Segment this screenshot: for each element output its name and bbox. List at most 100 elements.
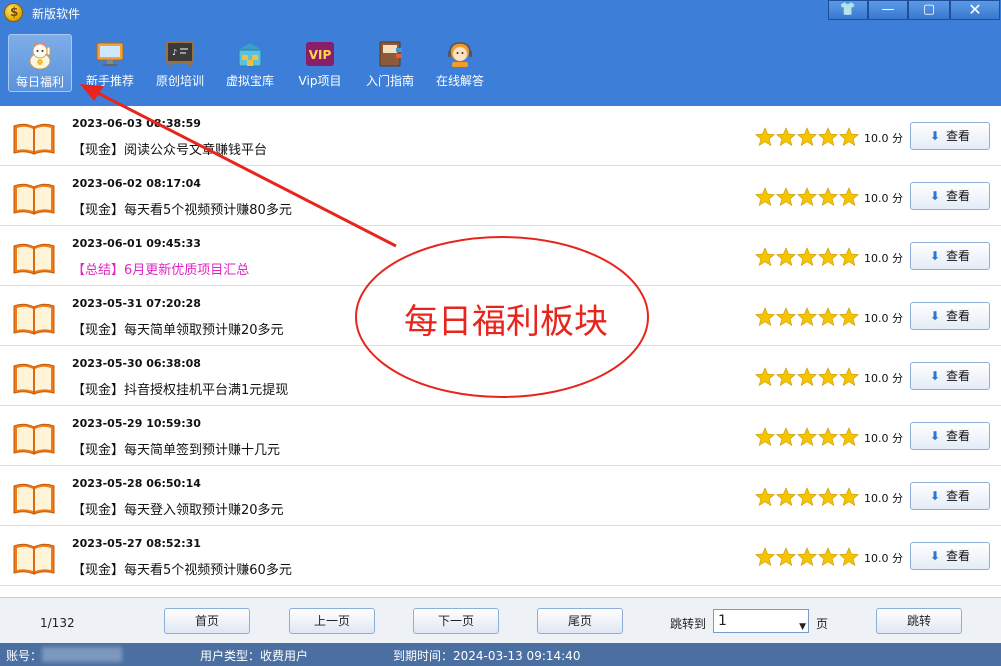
first-page-button[interactable]: 首页 (164, 608, 250, 634)
item-title[interactable]: 【总结】6月更新优质项目汇总 (72, 259, 249, 278)
jump-label: 跳转到 (670, 617, 707, 631)
article-list: 2023-06-03 08:38:59 【现金】阅读公众号文章赚钱平台 10.0 分… (0, 106, 1001, 590)
star-icon (797, 307, 817, 327)
rating-stars (755, 307, 859, 327)
rating-stars (755, 427, 859, 447)
star-icon (839, 187, 859, 207)
star-icon (839, 487, 859, 507)
item-title[interactable]: 【现金】阅读公众号文章赚钱平台 (72, 139, 267, 158)
download-arrow-icon: ⬇ (929, 549, 941, 563)
star-icon (776, 307, 796, 327)
view-button-label: 查看 (946, 189, 971, 203)
toolbar-item-label: 虚拟宝库 (225, 74, 274, 88)
jump-page-value: 1 (718, 613, 727, 629)
star-icon (839, 307, 859, 327)
download-arrow-icon: ⬇ (929, 309, 941, 323)
toolbar-item-online-help[interactable]: 在线解答 (428, 34, 492, 92)
item-title[interactable]: 【现金】每天简单签到预计赚十几元 (72, 439, 280, 458)
main-toolbar: 每日福利 新手推荐 ♪ 原创培训 虚拟宝库 VIP Vip项目 入门指南 在线解… (0, 26, 1001, 106)
jump-page-select[interactable]: 1 ▼ (713, 609, 809, 633)
jump-button[interactable]: 跳转 (876, 608, 962, 634)
toolbar-item-daily-welfare[interactable]: 每日福利 (8, 34, 72, 92)
item-title[interactable]: 【现金】每天看5个视频预计赚60多元 (72, 559, 292, 578)
list-item[interactable]: 2023-06-02 08:17:04 【现金】每天看5个视频预计赚80多元 10.… (0, 166, 1001, 226)
item-title[interactable]: 【现金】每天看5个视频预计赚80多元 (72, 199, 292, 218)
toolbar-item-label: Vip项目 (298, 74, 342, 88)
star-icon (755, 187, 775, 207)
star-icon (839, 427, 859, 447)
maximize-button[interactable]: ▢ (908, 0, 950, 20)
item-date: 2023-06-03 08:38:59 (72, 117, 201, 130)
item-date: 2023-05-27 08:52:31 (72, 537, 201, 550)
download-arrow-icon: ⬇ (929, 429, 941, 443)
list-item[interactable]: 2023-05-27 08:52:31 【现金】每天看5个视频预计赚60多元 10.… (0, 526, 1001, 586)
toolbar-item-label: 每日福利 (15, 75, 64, 89)
item-score: 10.0 分 (864, 372, 903, 385)
view-button[interactable]: ⬇ 查看 (910, 182, 990, 210)
prev-page-button[interactable]: 上一页 (289, 608, 375, 634)
list-item[interactable]: 2023-05-28 06:50:14 【现金】每天登入领取预计赚20多元 10.0… (0, 466, 1001, 526)
star-icon (818, 547, 838, 567)
toolbar-item-label: 入门指南 (365, 74, 414, 88)
list-item[interactable]: 2023-06-03 08:38:59 【现金】阅读公众号文章赚钱平台 10.0 分… (0, 106, 1001, 166)
star-icon (776, 487, 796, 507)
minimize-button[interactable]: — (868, 0, 908, 20)
warehouse-icon (238, 43, 262, 67)
star-icon (755, 247, 775, 267)
annotation-label: 每日福利板块 (404, 302, 608, 342)
view-button[interactable]: ⬇ 查看 (910, 542, 990, 570)
toolbar-item-training[interactable]: ♪ 原创培训 (148, 34, 212, 92)
item-title[interactable]: 【现金】每天登入领取预计赚20多元 (72, 499, 284, 518)
item-date: 2023-06-02 08:17:04 (72, 177, 201, 190)
star-icon (797, 367, 817, 387)
view-button[interactable]: ⬇ 查看 (910, 302, 990, 330)
last-page-button[interactable]: 尾页 (537, 608, 623, 634)
view-button[interactable]: ⬇ 查看 (910, 482, 990, 510)
open-book-icon (13, 483, 55, 515)
list-item[interactable]: 2023-05-29 10:59:30 【现金】每天简单签到预计赚十几元 10.0 … (0, 406, 1001, 466)
list-item[interactable]: 2023-06-01 09:45:33 【总结】6月更新优质项目汇总 10.0 分 ⬇… (0, 226, 1001, 286)
toolbar-item-vip[interactable]: VIP Vip项目 (288, 34, 352, 92)
star-icon (818, 487, 838, 507)
title-bar: 新版软件 👕 — ▢ ✕ (0, 0, 1001, 26)
view-button[interactable]: ⬇ 查看 (910, 242, 990, 270)
download-arrow-icon: ⬇ (929, 249, 941, 263)
app-logo-icon (4, 3, 23, 22)
star-icon (839, 547, 859, 567)
toolbar-item-label: 原创培训 (155, 74, 204, 88)
view-button-label: 查看 (946, 429, 971, 443)
view-button-label: 查看 (946, 489, 971, 503)
star-icon (776, 127, 796, 147)
blackboard-icon: ♪ (166, 41, 194, 68)
star-icon (818, 247, 838, 267)
next-page-button[interactable]: 下一页 (413, 608, 499, 634)
view-button[interactable]: ⬇ 查看 (910, 422, 990, 450)
open-book-icon (13, 303, 55, 335)
skin-button[interactable]: 👕 (828, 0, 868, 20)
toolbar-item-beginner[interactable]: 新手推荐 (78, 34, 142, 92)
close-button[interactable]: ✕ (950, 0, 1000, 20)
star-icon (776, 547, 796, 567)
list-item[interactable]: 2023-05-30 06:38:08 【现金】抖音授权挂机平台满1元提现 10.0… (0, 346, 1001, 406)
star-icon (776, 247, 796, 267)
view-button-label: 查看 (946, 249, 971, 263)
rating-stars (755, 247, 859, 267)
item-score: 10.0 分 (864, 252, 903, 265)
star-icon (776, 187, 796, 207)
view-button[interactable]: ⬇ 查看 (910, 362, 990, 390)
download-arrow-icon: ⬇ (929, 189, 941, 203)
view-button-label: 查看 (946, 129, 971, 143)
toolbar-item-virtual-library[interactable]: 虚拟宝库 (218, 34, 282, 92)
item-title[interactable]: 【现金】每天简单领取预计赚20多元 (72, 319, 284, 338)
rating-stars (755, 127, 859, 147)
star-icon (818, 187, 838, 207)
item-score: 10.0 分 (864, 132, 903, 145)
toolbar-item-guide[interactable]: 入门指南 (358, 34, 422, 92)
item-date: 2023-06-01 09:45:33 (72, 237, 201, 250)
toolbar-item-label: 新手推荐 (85, 74, 134, 88)
status-bar: 账号： 用户类型：收费用户 到期时间：2024-03-13 09:14:40 (0, 643, 1001, 666)
star-icon (755, 547, 775, 567)
item-title[interactable]: 【现金】抖音授权挂机平台满1元提现 (72, 379, 288, 398)
view-button[interactable]: ⬇ 查看 (910, 122, 990, 150)
expire-time: 到期时间：2024-03-13 09:14:40 (393, 649, 581, 663)
